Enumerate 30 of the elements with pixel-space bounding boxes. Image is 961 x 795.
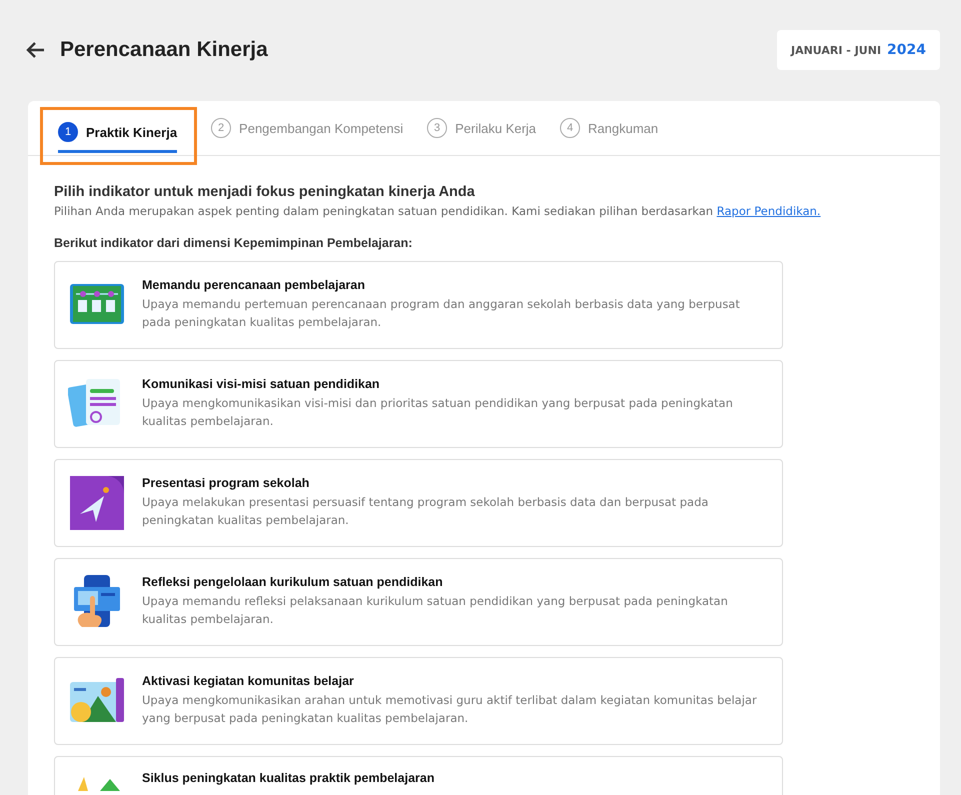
indicator-description: Upaya mengkomunikasikan visi-misi dan prioritas satuan pendidikan yang berpusat pada peningkatan kualitas pembelajaran. [142, 395, 734, 430]
period-year: 2024 [887, 42, 926, 58]
indicator-title: Komunikasi visi-misi satuan pendidikan [142, 377, 381, 392]
indicator-description: Upaya memandu pertemuan perencanaan program dan anggaran sekolah berbasis data yang berpusat pada peningkatan kualitas pembelajaran. [142, 296, 741, 331]
indicator-option[interactable]: Siklus peningkatan kualitas praktik pembelajaran [54, 756, 783, 795]
dimension-label: Berikut indikator dari dimensi Kepemimpinan Pembelajaran: [54, 236, 414, 250]
step-number: 2 [211, 118, 232, 138]
illustration-icon [68, 474, 126, 532]
section-heading: Pilih indikator untuk menjadi fokus peningkatan kinerja Anda [54, 184, 476, 200]
step-number: 3 [427, 118, 448, 138]
indicator-option[interactable]: Aktivasi kegiatan komunitas belajar Upaya mengkomunikasikan arahan untuk memotivasi guru aktif terlibat dalam kegiatan komunitas belajar yang berpusat pada peningkatan kualitas pembelajaran. [54, 657, 783, 745]
indicator-title: Refleksi pengelolaan kurikulum satuan pendidikan [142, 575, 444, 590]
indicator-option[interactable]: Memandu perencanaan pembelajaran Upaya memandu pertemuan perencanaan program dan anggaran sekolah berbasis data yang berpusat pada peningkatan kualitas pembelajaran. [54, 261, 783, 349]
indicator-title: Siklus peningkatan kualitas praktik pembelajaran [142, 771, 434, 785]
indicator-option[interactable]: Refleksi pengelolaan kurikulum satuan pendidikan Upaya memandu refleksi pelaksanaan kurikulum satuan pendidikan yang berpusat pada peningkatan kualitas pembelajaran. [54, 558, 783, 646]
indicator-description: Upaya mengkomunikasikan arahan untuk memotivasi guru aktif terlibat dalam kegiatan komunitas belajar yang berpusat pada peningkatan kualitas pembelajaran. [142, 692, 758, 727]
indicator-option[interactable]: Komunikasi visi-misi satuan pendidikan Upaya mengkomunikasikan visi-misi dan prioritas satuan pendidikan yang berpusat pada peningkatan kualitas pembelajaran. [54, 360, 783, 448]
step-number: 1 [58, 122, 78, 142]
page-title: Perencanaan Kinerja [60, 38, 268, 62]
step-tab[interactable]: 1 Praktik Kinerja [40, 107, 198, 165]
rapor-link[interactable]: Rapor Pendidikan. [716, 204, 821, 218]
intro-text: Pilihan Anda merupakan aspek penting dalam peningkatan satuan pendidikan. Kami sediakan pilihan berdasarkan Rapor Pendidikan. [54, 204, 822, 218]
indicator-description: Upaya memandu refleksi pelaksanaan kurikulum satuan pendidikan yang berpusat pada peningkatan kualitas pembelajaran. [142, 593, 729, 628]
indicator-title: Memandu perencanaan pembelajaran [142, 278, 366, 292]
step-number: 4 [560, 118, 580, 138]
indicator-title: Presentasi program sekolah [142, 476, 310, 490]
period-range: JANUARI - JUNI [791, 44, 882, 57]
indicator-description: Upaya melakukan presentasi persuasif tentang program sekolah berbasis data dan berpusat pada peningkatan kualitas pembelajaran. [142, 494, 710, 529]
indicator-title: Aktivasi kegiatan komunitas belajar [142, 674, 355, 688]
indicator-option[interactable]: Presentasi program sekolah Upaya melakukan presentasi persuasif tentang program sekolah berbasis data dan berpusat pada peningkatan kualitas pembelajaran. [54, 459, 783, 547]
